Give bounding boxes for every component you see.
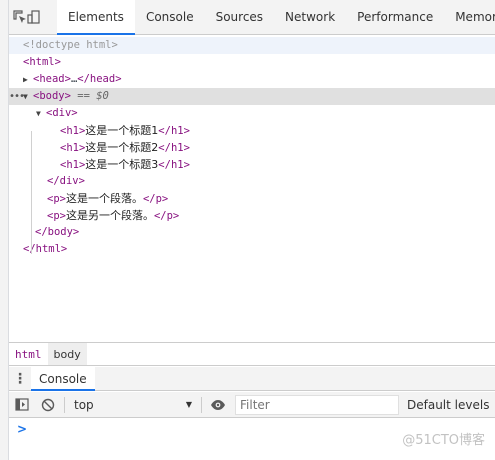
doctype-text: <!doctype html> — [23, 39, 118, 51]
tab-label: Sources — [215, 10, 264, 24]
h1-close-tag: </h1> — [158, 159, 190, 171]
tab-elements[interactable]: Elements — [57, 0, 135, 35]
paragraph-text: 这是另一个段落。 — [65, 209, 154, 222]
selected-marker: == $0 — [77, 90, 109, 102]
drawer-tab-console[interactable]: Console — [31, 367, 95, 391]
expand-triangle-icon[interactable]: ▶ — [23, 71, 33, 88]
p-open-tag: <p> — [47, 210, 66, 222]
breadcrumb-label: body — [53, 347, 81, 361]
more-options-icon[interactable]: ⋮ — [9, 367, 31, 390]
watermark: @51CTO博客 — [402, 433, 485, 448]
p-open-tag: <p> — [47, 193, 66, 205]
div-open-tag: <div> — [46, 107, 78, 119]
devtools-toolbar: Elements Console Sources Network Perform… — [9, 0, 495, 35]
dom-node-body-close[interactable]: </body> — [9, 224, 495, 241]
tab-label: Network — [285, 10, 336, 24]
tab-label: Console — [145, 10, 194, 24]
heading-text: 这是一个标题1 — [85, 124, 159, 137]
dom-node-html[interactable]: <html> — [9, 54, 495, 71]
tree-guide-line — [31, 131, 32, 254]
dom-node-h1[interactable]: <h1>这是一个标题3</h1> — [9, 156, 495, 173]
console-prompt-area[interactable]: > @51CTO博客 — [9, 419, 495, 460]
tab-console[interactable]: Console — [135, 0, 205, 34]
context-selector[interactable]: top ▼ — [68, 398, 198, 412]
body-open-tag: <body> — [33, 90, 71, 102]
dom-node-head[interactable]: ▶ <head>…</head> — [9, 71, 495, 88]
dom-node-html-close[interactable]: </html> — [9, 241, 495, 258]
breadcrumb-body[interactable]: body — [47, 343, 87, 365]
tab-performance[interactable]: Performance — [346, 0, 444, 34]
dom-node-p[interactable]: <p>这是一个段落。</p> — [9, 190, 495, 207]
p-close-tag: </p> — [153, 210, 180, 222]
h1-open-tag: <h1> — [60, 142, 86, 154]
dom-node-div[interactable]: ▼ <div> — [9, 105, 495, 122]
clear-console-icon[interactable] — [35, 398, 61, 412]
filter-input[interactable]: Filter — [235, 394, 399, 415]
tab-network[interactable]: Network — [274, 0, 346, 34]
toolbar-divider — [64, 396, 65, 413]
h1-open-tag: <h1> — [60, 159, 86, 171]
elements-tree: <!doctype html> <html> ▶ <head>…</head> •… — [9, 36, 495, 341]
breadcrumb-html[interactable]: html — [9, 343, 48, 365]
html-close-tag: </html> — [23, 243, 68, 255]
body-close-tag: </body> — [35, 226, 80, 238]
more-dots-icon[interactable]: ••• — [9, 88, 25, 105]
dom-node-body[interactable]: ••• ▼ <body> == $0 — [9, 88, 495, 105]
tab-label: Memory — [455, 10, 495, 24]
heading-text: 这是一个标题2 — [85, 141, 159, 154]
toolbar-divider — [201, 396, 202, 413]
dom-node-h1[interactable]: <h1>这是一个标题1</h1> — [9, 122, 495, 139]
dom-node-h1[interactable]: <h1>这是一个标题2</h1> — [9, 139, 495, 156]
drawer-tab-label: Console — [39, 371, 87, 386]
inspect-element-icon[interactable] — [13, 0, 27, 34]
paragraph-text: 这是一个段落。 — [65, 192, 143, 205]
head-close-tag: </head> — [77, 73, 122, 85]
context-label: top — [74, 397, 94, 412]
eye-icon[interactable] — [205, 399, 231, 411]
div-close-tag: </div> — [47, 175, 85, 187]
breadcrumb-label: html — [15, 347, 42, 361]
h1-open-tag: <h1> — [60, 125, 86, 137]
device-toolbar-icon[interactable] — [27, 0, 41, 34]
h1-close-tag: </h1> — [158, 125, 190, 137]
levels-label: Default levels — [407, 397, 490, 412]
dom-node-p[interactable]: <p>这是另一个段落。</p> — [9, 207, 495, 224]
p-close-tag: </p> — [142, 193, 169, 205]
drawer-header: ⋮ Console — [9, 367, 495, 391]
head-open-tag: <head> — [33, 73, 71, 85]
show-sidebar-icon[interactable] — [9, 398, 35, 411]
collapse-triangle-icon[interactable]: ▼ — [36, 105, 46, 122]
html-open-tag: <html> — [23, 56, 61, 68]
tab-label: Elements — [68, 10, 124, 24]
breadcrumb: html body — [9, 342, 495, 366]
h1-close-tag: </h1> — [158, 142, 190, 154]
dom-node-doctype[interactable]: <!doctype html> — [9, 37, 495, 54]
tab-label: Performance — [357, 10, 434, 24]
left-edge — [0, 0, 9, 460]
tab-sources[interactable]: Sources — [205, 0, 274, 34]
filter-placeholder: Filter — [240, 397, 270, 412]
log-levels-dropdown[interactable]: Default levels — [407, 398, 489, 412]
dropdown-arrow-icon: ▼ — [185, 400, 192, 409]
dom-node-div-close[interactable]: </div> — [9, 173, 495, 190]
collapse-triangle-icon[interactable]: ▼ — [23, 88, 33, 105]
tab-memory[interactable]: Memory — [444, 0, 495, 34]
heading-text: 这是一个标题3 — [85, 158, 159, 171]
prompt-chevron-icon: > — [17, 422, 28, 436]
console-toolbar: top ▼ Filter Default levels — [9, 392, 495, 418]
